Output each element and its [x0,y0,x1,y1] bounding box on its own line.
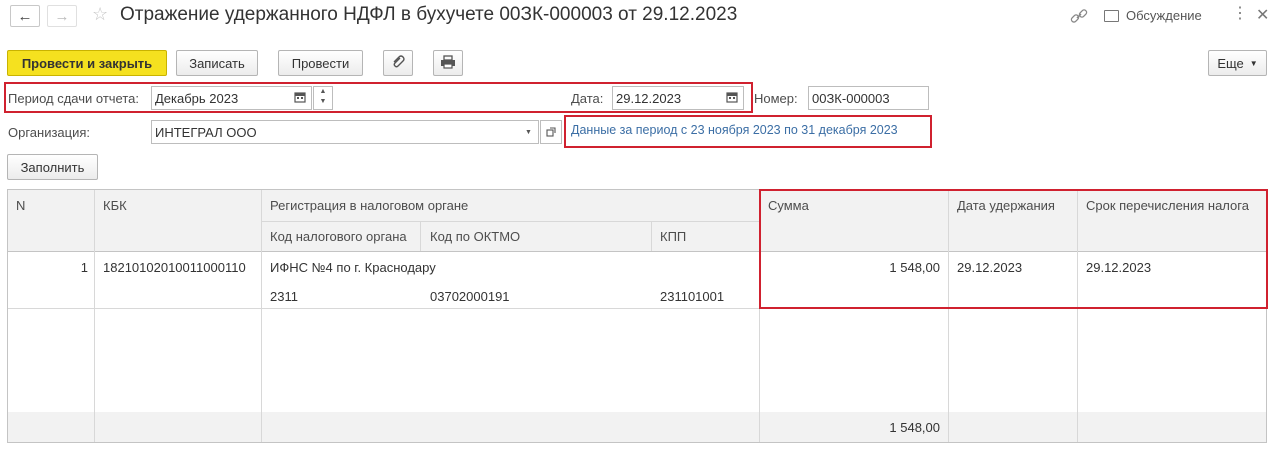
arrow-left-icon: ← [17,7,33,25]
header-kpp[interactable]: КПП [660,229,686,244]
header-subdivider [261,221,759,222]
close-icon[interactable]: ✕ [1256,5,1269,25]
forward-button[interactable]: → [47,5,77,27]
footer-divider [1077,412,1078,442]
arrow-right-icon: → [54,7,70,25]
discussion-button[interactable]: Обсуждение [1104,8,1202,23]
footer-total-sum: 1 548,00 [889,420,940,435]
more-button[interactable]: Еще ▼ [1208,50,1267,76]
header-registration[interactable]: Регистрация в налоговом органе [270,198,468,213]
header-kbk[interactable]: КБК [103,198,127,213]
col-divider [261,190,262,442]
header-tax-code[interactable]: Код налогового органа [270,229,407,244]
row-kpp: 231101001 [660,289,725,304]
more-label: Еще [1217,55,1244,71]
footer-divider [261,412,262,442]
org-dropdown-icon[interactable]: ▼ [519,121,538,143]
footer-divider [948,412,949,442]
row-registration: ИФНС №4 по г. Краснодару [270,260,436,275]
footer-divider [94,412,95,442]
number-label: Номер: [754,91,798,106]
footer-divider [759,412,760,442]
back-button[interactable]: ← [10,5,40,27]
org-label: Организация: [8,125,91,140]
open-window-icon [546,125,556,140]
post-button[interactable]: Провести [278,50,363,76]
attach-button[interactable] [383,50,413,76]
open-org-button[interactable] [540,120,562,144]
row-n: 1 [80,260,88,275]
row-tax-code: 2311 [270,289,298,304]
save-button[interactable]: Записать [176,50,258,76]
header-n[interactable]: N [16,198,25,213]
chevron-down-icon: ▼ [1249,58,1258,68]
discussion-label: Обсуждение [1126,8,1202,23]
highlight-period-date [4,82,753,113]
col-divider [420,221,421,251]
number-value: 00ЗК-000003 [812,90,890,106]
highlight-sum-dates [759,189,1268,309]
row-oktmo: 03702000191 [430,289,510,304]
highlight-period-link [564,115,932,148]
col-divider [94,190,95,442]
star-icon[interactable]: ☆ [92,4,108,25]
org-value: ИНТЕГРАЛ ООО [155,124,257,140]
chat-icon [1104,9,1119,22]
number-field[interactable]: 00ЗК-000003 [808,86,929,110]
fill-button[interactable]: Заполнить [7,154,98,180]
table-footer: 1 548,00 [8,412,1266,442]
print-button[interactable] [433,50,463,76]
post-and-close-button[interactable]: Провести и закрыть [7,50,167,76]
org-field[interactable]: ИНТЕГРАЛ ООО [151,120,539,144]
row-kbk: 18210102010011000110 [103,260,246,275]
more-menu-icon[interactable]: ⋮ [1232,6,1248,22]
header-oktmo[interactable]: Код по ОКТМО [430,229,520,244]
paperclip-icon [391,54,405,73]
window-title: Отражение удержанного НДФЛ в бухучете 00… [120,4,738,25]
printer-icon [440,54,456,72]
link-icon[interactable] [1070,8,1088,27]
col-divider [651,221,652,251]
